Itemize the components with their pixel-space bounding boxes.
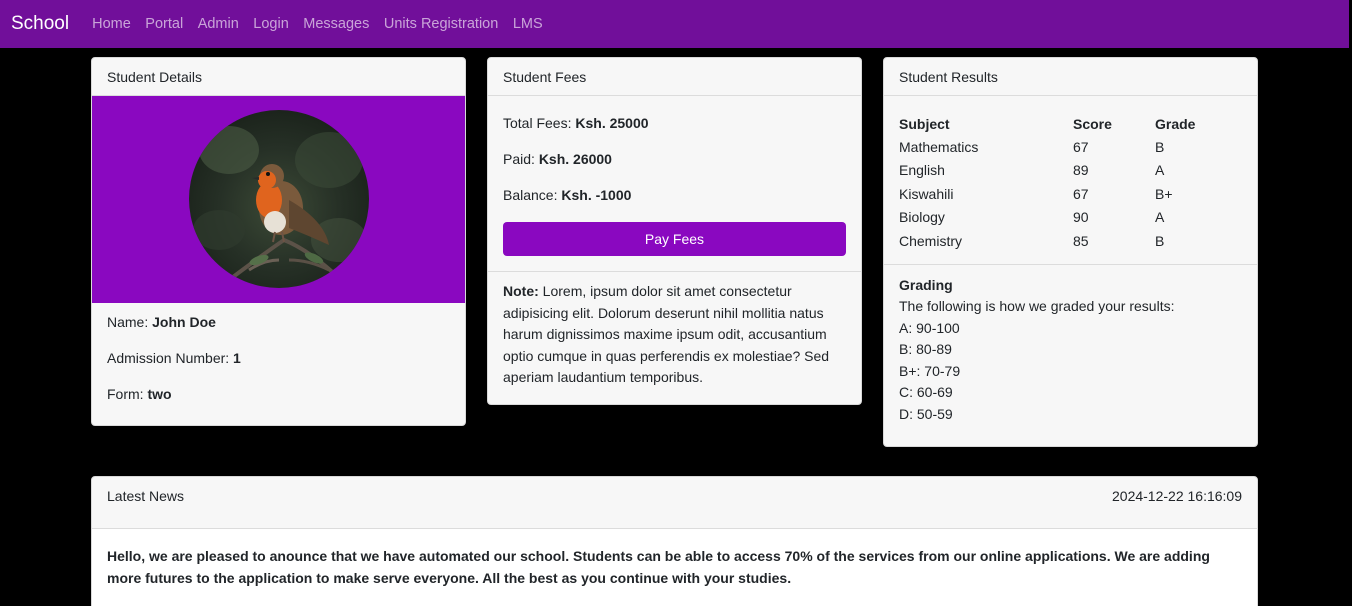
robin-bird-icon bbox=[193, 126, 367, 282]
brand-logo[interactable]: School bbox=[11, 13, 69, 35]
student-form: Form: two bbox=[107, 385, 450, 421]
score-cell: 67 bbox=[1073, 185, 1089, 202]
form-label: Form: bbox=[107, 386, 144, 402]
table-row: Biology 90 A bbox=[899, 206, 1195, 230]
nav-messages[interactable]: Messages bbox=[303, 16, 369, 32]
nav-lms[interactable]: LMS bbox=[513, 16, 543, 32]
student-details-card: Student Details Name: John Doe Admission… bbox=[91, 57, 466, 426]
subject-cell: English bbox=[899, 162, 945, 179]
balance-value: Ksh. -1000 bbox=[561, 187, 632, 203]
paid-fees: Paid: Ksh. 26000 bbox=[503, 150, 846, 186]
grading-section: Grading The following is how we graded y… bbox=[884, 265, 1257, 426]
nav-portal[interactable]: Portal bbox=[145, 16, 183, 32]
score-cell: 89 bbox=[1073, 162, 1089, 179]
grade-scale-item: B: 80-89 bbox=[899, 341, 952, 357]
table-row: Mathematics 67 B bbox=[899, 135, 1195, 159]
student-details-title: Student Details bbox=[92, 58, 465, 96]
top-navbar: School Home Portal Admin Login Messages … bbox=[0, 0, 1349, 48]
fees-note: Note: Lorem, ipsum dolor sit amet consec… bbox=[488, 272, 861, 389]
total-fees-value: Ksh. 25000 bbox=[575, 115, 649, 131]
grade-scale-item: C: 60-69 bbox=[899, 384, 953, 400]
total-fees-label: Total Fees: bbox=[503, 115, 572, 131]
header-grade: Grade bbox=[1155, 116, 1196, 132]
news-timestamp: 2024-12-22 16:16:09 bbox=[1112, 488, 1242, 504]
grade-cell: B+ bbox=[1155, 185, 1173, 202]
subject-cell: Chemistry bbox=[899, 232, 963, 249]
admission-value: 1 bbox=[233, 350, 241, 366]
news-body: Hello, we are pleased to anounce that we… bbox=[92, 529, 1257, 606]
nav-home[interactable]: Home bbox=[92, 16, 131, 32]
header-subject: Subject bbox=[899, 116, 950, 132]
pay-fees-button[interactable]: Pay Fees bbox=[503, 222, 846, 256]
results-table: Subject Score Grade Mathematics 67 B Eng… bbox=[899, 113, 1195, 253]
grading-title: Grading bbox=[899, 276, 953, 293]
grade-scale-item: D: 50-59 bbox=[899, 405, 953, 422]
student-results-title: Student Results bbox=[884, 58, 1257, 96]
subject-cell: Biology bbox=[899, 209, 945, 226]
grade-cell: B bbox=[1155, 232, 1165, 249]
note-label: Note: bbox=[503, 283, 539, 299]
student-results-card: Student Results Subject Score Grade Math… bbox=[883, 57, 1258, 447]
subject-cell: Mathematics bbox=[899, 138, 979, 155]
name-value: John Doe bbox=[152, 314, 216, 330]
latest-news-card: Latest News 2024-12-22 16:16:09 Hello, w… bbox=[91, 476, 1258, 606]
score-cell: 85 bbox=[1073, 232, 1089, 249]
grade-cell: B bbox=[1155, 138, 1165, 155]
admission-label: Admission Number: bbox=[107, 350, 230, 366]
photo-panel bbox=[92, 96, 465, 303]
nav-admin[interactable]: Admin bbox=[198, 16, 239, 32]
fee-balance: Balance: Ksh. -1000 bbox=[503, 186, 846, 222]
nav-units-registration[interactable]: Units Registration bbox=[384, 16, 498, 32]
admission-number: Admission Number: 1 bbox=[107, 349, 450, 385]
grade-cell: A bbox=[1155, 162, 1165, 179]
student-fees-title: Student Fees bbox=[488, 58, 861, 96]
news-header: Latest News 2024-12-22 16:16:09 bbox=[92, 477, 1257, 529]
student-photo bbox=[189, 110, 369, 288]
table-row: Kiswahili 67 B+ bbox=[899, 182, 1195, 206]
note-text: Lorem, ipsum dolor sit amet consectetur … bbox=[503, 283, 830, 386]
news-title: Latest News bbox=[107, 488, 185, 504]
paid-value: Ksh. 26000 bbox=[538, 151, 612, 167]
name-label: Name: bbox=[107, 314, 149, 330]
header-score: Score bbox=[1073, 116, 1112, 132]
grading-intro: The following is how we graded your resu… bbox=[899, 298, 1175, 314]
table-row: English 89 A bbox=[899, 159, 1195, 183]
student-fees-card: Student Fees Total Fees: Ksh. 25000 Paid… bbox=[487, 57, 862, 405]
score-cell: 67 bbox=[1073, 138, 1089, 155]
student-name: Name: John Doe bbox=[107, 313, 450, 349]
balance-label: Balance: bbox=[503, 187, 558, 203]
grade-scale-item: B+: 70-79 bbox=[899, 362, 961, 379]
paid-label: Paid: bbox=[503, 151, 535, 167]
subject-cell: Kiswahili bbox=[899, 185, 954, 202]
total-fees: Total Fees: Ksh. 25000 bbox=[503, 114, 846, 150]
form-value: two bbox=[147, 386, 172, 402]
grade-scale-item: A: 90-100 bbox=[899, 319, 960, 336]
grade-cell: A bbox=[1155, 209, 1165, 226]
nav-login[interactable]: Login bbox=[253, 16, 288, 32]
score-cell: 90 bbox=[1073, 209, 1089, 226]
table-row: Chemistry 85 B bbox=[899, 229, 1195, 253]
table-header-row: Subject Score Grade bbox=[899, 113, 1195, 135]
